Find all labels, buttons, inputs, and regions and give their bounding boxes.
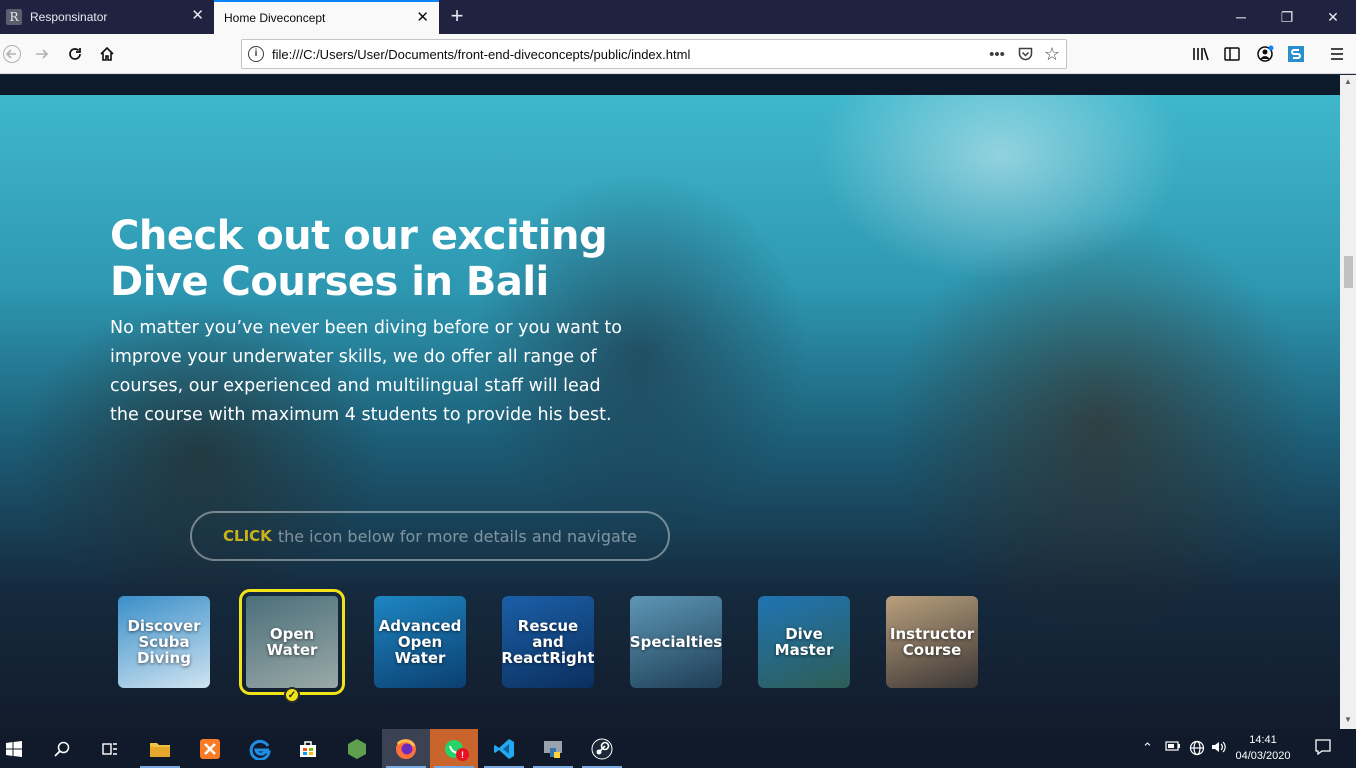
url-text[interactable]: file:///C:/Users/User/Documents/front-en…	[272, 47, 690, 62]
whatsapp-icon[interactable]: !	[430, 729, 478, 768]
network-globe-icon[interactable]	[1189, 740, 1205, 759]
home-button[interactable]	[93, 40, 121, 68]
bookmark-star-icon[interactable]: ☆	[1041, 44, 1063, 64]
node-icon[interactable]	[333, 729, 381, 768]
xampp-icon[interactable]	[186, 729, 234, 768]
hero-section: Check out our exciting Dive Courses in B…	[0, 95, 1340, 729]
vscode-icon[interactable]	[480, 729, 528, 768]
close-tab-icon[interactable]: ✕	[191, 8, 204, 24]
course-label: Rescue and ReactRight	[502, 617, 594, 667]
reload-button[interactable]	[61, 40, 89, 68]
course-label: Open Water	[266, 625, 318, 659]
cta-hint-pill: CLICK the icon below for more details an…	[190, 511, 670, 561]
browser-tab-bar: R Responsinator ✕ Home Diveconcept ✕ + ─…	[0, 0, 1356, 34]
responsinator-favicon-icon: R	[6, 9, 22, 25]
address-bar[interactable]: i file:///C:/Users/User/Documents/front-…	[241, 39, 1067, 69]
tab-title: Home Diveconcept	[224, 11, 326, 25]
back-button[interactable]	[0, 40, 26, 68]
close-window-button[interactable]: ✕	[1310, 0, 1356, 34]
extension-s-icon	[1288, 46, 1304, 62]
notifications-icon[interactable]	[1314, 738, 1332, 759]
menu-button[interactable]	[1323, 40, 1351, 68]
page-actions-icon[interactable]: •••	[986, 44, 1008, 64]
extension-button[interactable]	[1282, 40, 1310, 68]
hero-description: No matter you’ve never been diving befor…	[110, 318, 622, 425]
forward-arrow-icon	[36, 49, 49, 59]
account-button[interactable]	[1251, 40, 1279, 68]
hero-title-line: Dive Courses in Bali	[110, 259, 549, 305]
course-advanced-open-water[interactable]: Advanced Open Water	[374, 596, 466, 688]
course-discover-scuba-diving[interactable]: Discover Scuba Diving	[118, 596, 210, 688]
page-info-icon[interactable]: i	[248, 46, 264, 62]
file-explorer-icon[interactable]	[136, 729, 184, 768]
scroll-down-icon[interactable]: ▼	[1344, 715, 1352, 724]
scrollbar-thumb[interactable]	[1344, 256, 1353, 288]
course-instructor-course[interactable]: Instructor Course	[886, 596, 978, 688]
clock-date: 04/03/2020	[1235, 750, 1291, 762]
volume-icon[interactable]	[1211, 740, 1227, 757]
cta-text: the icon below for more details and navi…	[277, 526, 637, 546]
store-icon[interactable]	[284, 729, 332, 768]
course-specialties[interactable]: Specialties	[630, 596, 722, 688]
course-label: Dive Master	[774, 625, 834, 659]
battery-icon[interactable]	[1165, 740, 1181, 755]
close-tab-icon[interactable]: ✕	[416, 10, 429, 26]
restore-button[interactable]: ❐	[1264, 0, 1310, 34]
selected-check-icon: ✓	[284, 687, 300, 703]
library-icon	[1193, 47, 1209, 61]
back-arrow-icon	[3, 45, 21, 63]
start-icon[interactable]	[0, 729, 38, 768]
sidebar-icon	[1224, 47, 1240, 61]
course-label: Discover Scuba Diving	[127, 617, 201, 667]
page-viewport: Check out our exciting Dive Courses in B…	[0, 75, 1340, 729]
site-header-strip	[0, 75, 1340, 95]
sidebar-button[interactable]	[1218, 40, 1246, 68]
system-clock[interactable]: 14:41 04/03/2020	[1232, 732, 1294, 764]
tab-home-diveconcept[interactable]: Home Diveconcept ✕	[214, 0, 439, 34]
windows-taskbar: ! ⌃ 14:41 04/03/2020	[0, 729, 1356, 768]
course-open-water[interactable]: Open Water	[239, 589, 345, 695]
library-button[interactable]	[1187, 40, 1215, 68]
account-icon	[1257, 45, 1274, 62]
tab-responsinator[interactable]: R Responsinator ✕	[0, 0, 214, 34]
task-view-icon[interactable]	[86, 729, 134, 768]
course-rescue-reactright[interactable]: Rescue and ReactRight	[502, 596, 594, 688]
edge-icon[interactable]	[236, 729, 284, 768]
forward-button[interactable]	[28, 40, 56, 68]
scroll-up-icon[interactable]: ▲	[1344, 77, 1352, 86]
page-scrollbar[interactable]: ▲ ▼	[1340, 75, 1356, 729]
hero-title: Check out our exciting Dive Courses in B…	[110, 213, 630, 305]
show-hidden-icons-icon[interactable]: ⌃	[1142, 740, 1153, 756]
notification-badge: !	[456, 748, 469, 761]
navigation-bar: i file:///C:/Users/User/Documents/front-…	[0, 34, 1356, 74]
python-icon[interactable]	[529, 729, 577, 768]
search-icon[interactable]	[38, 729, 86, 768]
course-label: Specialties	[630, 633, 722, 651]
minimize-button[interactable]: ─	[1218, 0, 1264, 34]
steam-icon[interactable]	[578, 729, 626, 768]
tab-title: Responsinator	[30, 10, 108, 24]
reload-icon	[69, 48, 81, 60]
pocket-icon[interactable]	[1014, 44, 1036, 64]
clock-time: 14:41	[1249, 734, 1277, 746]
home-icon	[100, 46, 114, 61]
course-dive-master[interactable]: Dive Master	[758, 596, 850, 688]
hamburger-icon	[1331, 48, 1343, 60]
cta-highlight: CLICK	[223, 527, 272, 545]
firefox-icon[interactable]	[382, 729, 430, 768]
hero-title-line: Check out our exciting	[110, 213, 608, 259]
new-tab-button[interactable]: +	[445, 4, 469, 28]
course-label: Instructor Course	[889, 625, 975, 659]
course-label: Advanced Open Water	[378, 617, 462, 667]
